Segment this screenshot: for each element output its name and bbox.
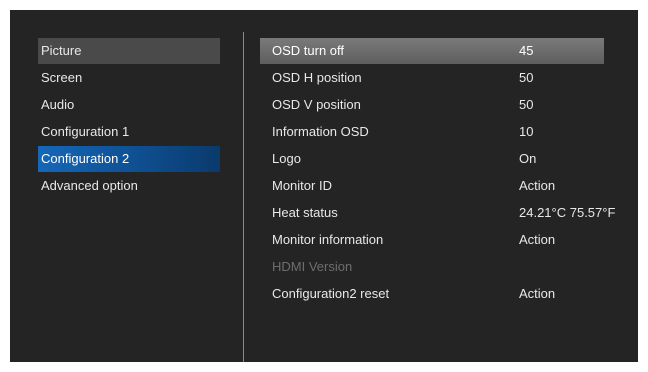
setting-row-hdmi-version: HDMI Version bbox=[260, 254, 604, 280]
menu-item-label: Screen bbox=[41, 70, 83, 85]
menu-item-label: Audio bbox=[41, 97, 75, 112]
setting-value: 50 bbox=[519, 97, 534, 112]
setting-value: Action bbox=[519, 232, 556, 247]
setting-label: OSD turn off bbox=[272, 43, 345, 58]
menu-item-screen[interactable]: Screen bbox=[38, 65, 220, 91]
menu-item-picture[interactable]: Picture bbox=[38, 38, 220, 64]
settings-list: OSD turn off 45 OSD H position 50 OSD V … bbox=[260, 38, 615, 308]
setting-label: Monitor information bbox=[272, 232, 384, 247]
menu-item-label: Advanced option bbox=[41, 178, 138, 193]
setting-row-monitor-information[interactable]: Monitor information Action bbox=[260, 227, 604, 253]
setting-row-osd-turn-off[interactable]: OSD turn off 45 bbox=[260, 38, 604, 64]
setting-value: 10 bbox=[519, 124, 534, 139]
setting-label: HDMI Version bbox=[272, 259, 353, 274]
setting-label: Logo bbox=[272, 151, 301, 166]
setting-row-information-osd[interactable]: Information OSD 10 bbox=[260, 119, 604, 145]
menu-item-audio[interactable]: Audio bbox=[38, 92, 220, 118]
setting-row-osd-h-position[interactable]: OSD H position 50 bbox=[260, 65, 604, 91]
setting-value: Action bbox=[519, 178, 556, 193]
osd-menu-panel: Picture Screen Audio Configuration 1 Con… bbox=[10, 10, 638, 362]
setting-label: Monitor ID bbox=[272, 178, 332, 193]
setting-row-logo[interactable]: Logo On bbox=[260, 146, 604, 172]
setting-label: OSD V position bbox=[272, 97, 361, 112]
menu-item-configuration-1[interactable]: Configuration 1 bbox=[38, 119, 220, 145]
setting-label: OSD H position bbox=[272, 70, 362, 85]
setting-row-heat-status[interactable]: Heat status 24.21°C 75.57°F bbox=[260, 200, 615, 226]
setting-label: Heat status bbox=[272, 205, 338, 220]
setting-row-configuration2-reset[interactable]: Configuration2 reset Action bbox=[260, 281, 604, 307]
setting-value: On bbox=[519, 151, 537, 166]
setting-value: 24.21°C 75.57°F bbox=[519, 205, 616, 220]
menu-item-label: Configuration 2 bbox=[41, 151, 130, 166]
setting-row-monitor-id[interactable]: Monitor ID Action bbox=[260, 173, 604, 199]
menu-item-advanced-option[interactable]: Advanced option bbox=[38, 173, 220, 199]
setting-value: Action bbox=[519, 286, 556, 301]
setting-label: Information OSD bbox=[272, 124, 369, 139]
category-menu: Picture Screen Audio Configuration 1 Con… bbox=[38, 38, 220, 200]
menu-item-configuration-2[interactable]: Configuration 2 bbox=[38, 146, 220, 172]
setting-value: 45 bbox=[519, 43, 534, 58]
menu-item-label: Configuration 1 bbox=[41, 124, 130, 139]
menu-item-label: Picture bbox=[41, 43, 82, 58]
setting-label: Configuration2 reset bbox=[272, 286, 390, 301]
setting-value: 50 bbox=[519, 70, 534, 85]
menu-divider bbox=[243, 32, 244, 362]
setting-row-osd-v-position[interactable]: OSD V position 50 bbox=[260, 92, 604, 118]
